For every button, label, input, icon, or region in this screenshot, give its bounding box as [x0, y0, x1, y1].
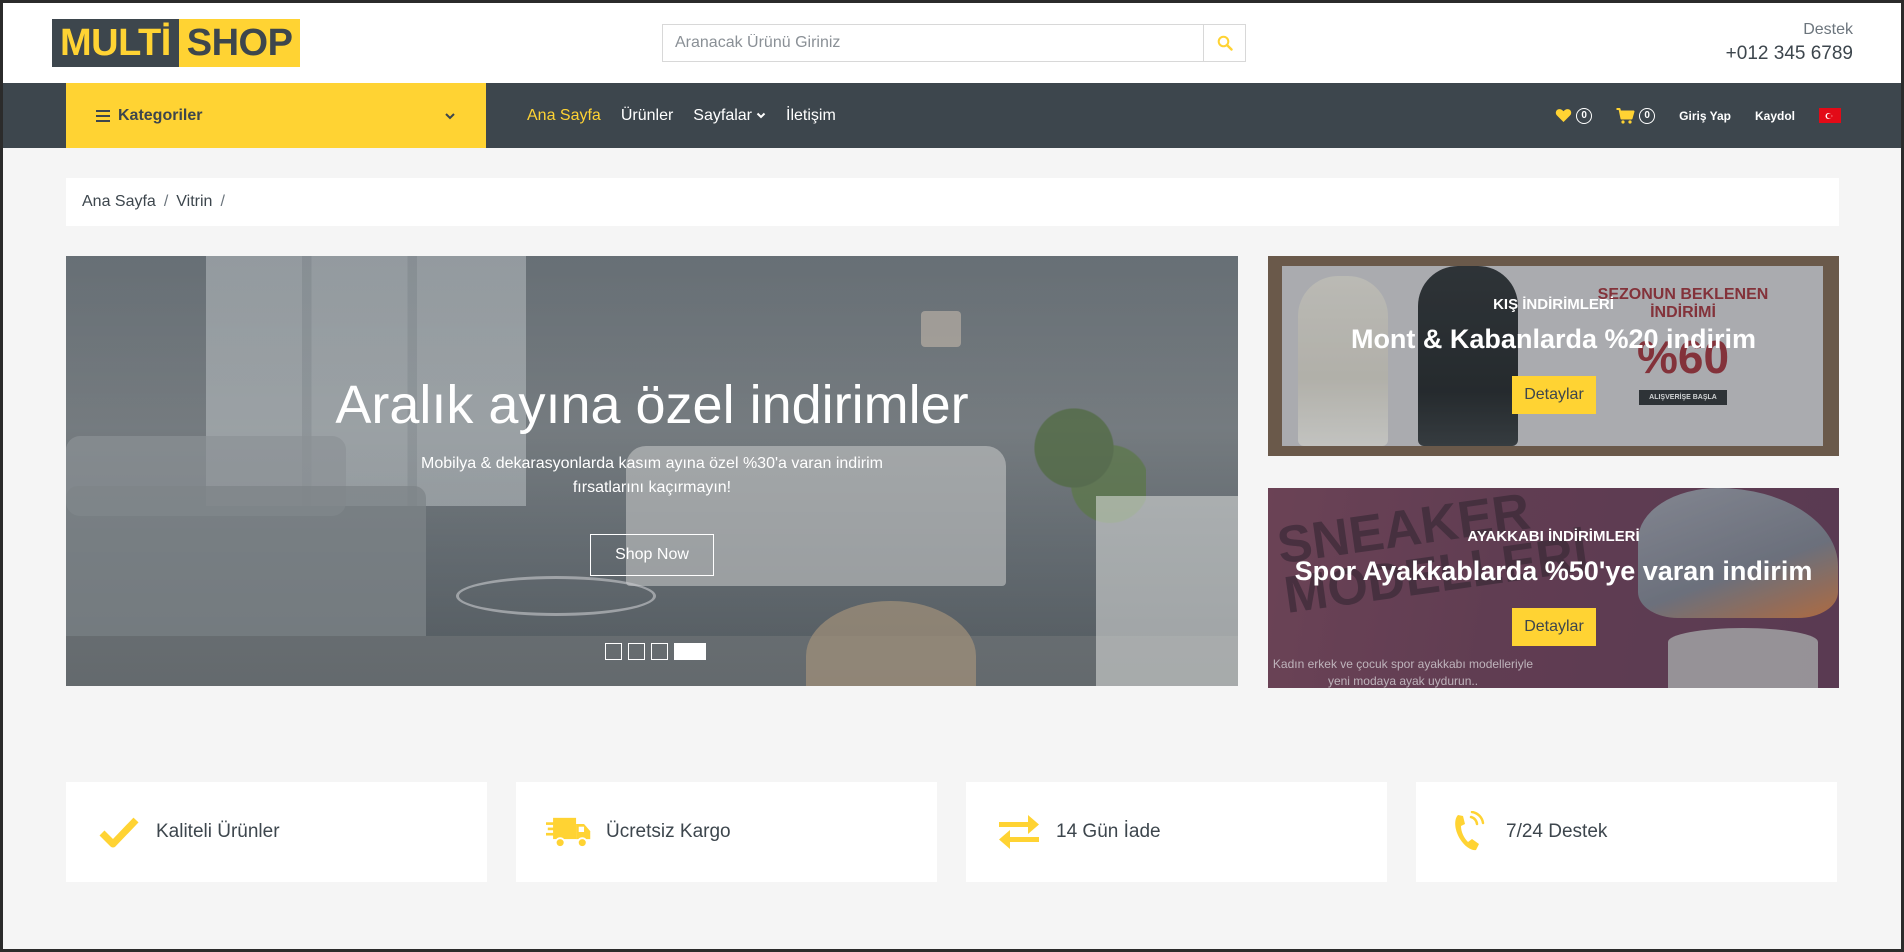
breadcrumb-separator: / — [220, 193, 225, 210]
slide-title: Aralık ayına özel indirimler — [335, 375, 969, 435]
feature-support: 7/24 Destek — [1416, 782, 1837, 882]
slider-dot[interactable] — [605, 643, 622, 660]
categories-dropdown[interactable]: Kategoriler — [66, 83, 486, 148]
search-icon — [1217, 35, 1233, 51]
feature-label: Kaliteli Ürünler — [156, 821, 280, 842]
nav-link-products[interactable]: Ürünler — [621, 107, 673, 125]
hero-slider: Aralık ayına özel indirimler Mobilya & d… — [66, 256, 1238, 686]
breadcrumb-separator: / — [163, 193, 169, 210]
feature-return: 14 Gün İade — [966, 782, 1387, 882]
offer-banner-shoes: SNEAKER MODELLERİ Kadın erkek ve çocuk s… — [1268, 488, 1839, 688]
nav-link-label: Ürünler — [620, 106, 674, 124]
nav-links: Ana Sayfa Ürünler Sayfalar İletişim — [527, 83, 836, 148]
wishlist-count: 0 — [1576, 107, 1593, 124]
login-link[interactable]: Giriş Yap — [1679, 109, 1731, 123]
offer-title: Mont & Kabanlarda %20 indirim — [1350, 324, 1757, 354]
logo-part-multi: MULTİ — [52, 19, 179, 67]
search-bar — [662, 24, 1246, 62]
wishlist-button[interactable]: 0 — [1555, 107, 1593, 124]
slide-subtitle: Mobilya & dekarasyonlarda kasım ayına öz… — [421, 455, 883, 496]
offer-details-button[interactable]: Detaylar — [1512, 376, 1596, 414]
nav-link-contact[interactable]: İletişim — [786, 107, 836, 125]
offer-banner-winter: SEZONUN BEKLENEN İNDİRİMİ %60 ALIŞVERİŞE… — [1268, 256, 1839, 456]
navbar: Kategoriler Ana Sayfa Ürünler Sayfalar İ… — [3, 83, 1901, 148]
chevron-down-icon — [756, 112, 766, 119]
nav-link-pages[interactable]: Sayfalar — [693, 107, 766, 125]
phone-volume-icon — [1446, 811, 1492, 853]
offer-tag: KIŞ İNDİRİMLERİ — [1493, 296, 1614, 313]
check-icon — [96, 816, 142, 848]
chevron-down-icon — [445, 112, 455, 119]
support-phone: +012 345 6789 — [1725, 43, 1853, 64]
breadcrumb: Ana Sayfa / Vitrin / — [66, 178, 1839, 226]
register-link[interactable]: Kaydol — [1755, 109, 1795, 123]
offer-content: KIŞ İNDİRİMLERİ Mont & Kabanlarda %20 in… — [1268, 256, 1839, 456]
slider-indicators — [605, 643, 706, 660]
heart-icon — [1555, 109, 1572, 122]
categories-label: Kategoriler — [118, 106, 203, 124]
support-info: Destek +012 345 6789 — [1726, 21, 1853, 65]
shop-now-button[interactable]: Shop Now — [590, 534, 714, 576]
breadcrumb-item-vitrin[interactable]: Vitrin — [176, 193, 212, 211]
support-label: Destek — [1803, 21, 1853, 38]
nav-link-label: Ana Sayfa — [527, 106, 601, 124]
turkey-flag-icon[interactable] — [1819, 108, 1841, 123]
logo[interactable]: MULTİ SHOP — [52, 19, 301, 67]
feature-label: 7/24 Destek — [1506, 821, 1608, 842]
offer-title: Spor Ayakkablarda %50'ye varan indirim — [1294, 556, 1813, 586]
feature-free-shipping: Ücretsiz Kargo — [516, 782, 937, 882]
search-button[interactable] — [1203, 25, 1245, 61]
cart-count: 0 — [1639, 107, 1656, 124]
feature-label: 14 Gün İade — [1056, 821, 1161, 842]
logo-part-shop: SHOP — [178, 19, 301, 67]
search-input[interactable] — [663, 25, 1203, 61]
cart-icon — [1616, 107, 1635, 124]
feature-label: Ücretsiz Kargo — [606, 821, 731, 842]
nav-link-label: İletişim — [786, 106, 836, 124]
feature-quality: Kaliteli Ürünler — [66, 782, 487, 882]
cart-button[interactable]: 0 — [1616, 107, 1656, 124]
slider-dot[interactable] — [651, 643, 668, 660]
top-header: MULTİ SHOP Destek +012 345 6789 — [3, 3, 1901, 83]
offer-details-button[interactable]: Detaylar — [1512, 608, 1596, 646]
nav-link-label: Sayfalar — [693, 106, 752, 124]
exchange-icon — [996, 815, 1042, 849]
bars-icon — [96, 109, 110, 122]
offer-content: AYAKKABI İNDİRİMLERİ Spor Ayakkablarda %… — [1268, 488, 1839, 688]
offer-tag: AYAKKABI İNDİRİMLERİ — [1467, 528, 1640, 545]
breadcrumb-item-home[interactable]: Ana Sayfa — [82, 193, 156, 211]
slider-dot-active[interactable] — [674, 643, 706, 660]
truck-icon — [546, 812, 592, 852]
slider-dot[interactable] — [628, 643, 645, 660]
nav-link-home[interactable]: Ana Sayfa — [527, 107, 601, 125]
nav-right: 0 0 Giriş Yap Kaydol — [1555, 83, 1841, 148]
slide-content: Aralık ayına özel indirimler Mobilya & d… — [66, 256, 1238, 686]
